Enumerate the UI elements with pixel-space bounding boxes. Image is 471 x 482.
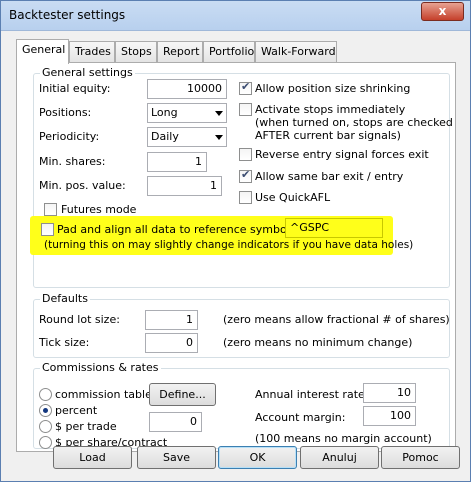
tab-walk-forward[interactable]: Walk-Forward [255,41,337,63]
reverse-entry-checkbox[interactable] [239,148,252,161]
cancel-button[interactable]: Anuluj [300,446,379,469]
ok-button[interactable]: OK [218,446,297,469]
account-margin-label: Account margin: [255,411,346,424]
same-bar-label: Allow same bar exit / entry [255,170,404,183]
tab-general[interactable]: General [16,39,69,64]
pad-align-checkbox[interactable] [41,223,54,236]
positions-label: Positions: [39,106,92,119]
chevron-down-icon [215,111,223,116]
futures-mode-label: Futures mode [61,203,137,216]
tab-report[interactable]: Report [157,41,203,63]
periodicity-label: Periodicity: [39,130,100,143]
tab-stops[interactable]: Stops [115,41,157,63]
account-margin-field[interactable]: 100 [363,406,416,426]
commission-value-field[interactable]: 0 [149,412,202,432]
reference-symbol-field[interactable]: ^GSPC [285,218,383,238]
min-pos-value-field[interactable]: 1 [147,176,222,196]
load-button[interactable]: Load [53,446,132,469]
use-quickafl-label: Use QuickAFL [255,191,331,204]
tab-trades[interactable]: Trades [69,41,115,63]
tick-size-label: Tick size: [39,336,90,349]
positions-select[interactable]: Long [147,103,227,123]
help-button[interactable]: Pomoc [381,446,460,469]
percent-label: percent [55,404,98,417]
periodicity-select[interactable]: Daily [147,127,227,147]
initial-equity-field[interactable]: 10000 [147,79,227,99]
activate-stops-note-2: AFTER current bar signals) [255,129,401,142]
window-title: Backtester settings [9,8,126,22]
min-shares-label: Min. shares: [39,155,106,168]
tab-portfolio[interactable]: Portfolio [203,41,255,63]
futures-mode-checkbox[interactable] [44,203,57,216]
tick-size-note: (zero means no minimum change) [223,336,413,349]
general-settings-title: General settings [40,66,135,79]
periodicity-value: Daily [151,130,179,143]
use-quickafl-checkbox[interactable] [239,191,252,204]
commission-table-radio[interactable] [39,388,52,401]
percent-radio[interactable] [39,404,52,417]
commission-table-label: commission table [55,388,152,401]
pad-align-label: Pad and align all data to reference symb… [57,223,294,236]
round-lot-label: Round lot size: [39,313,120,326]
same-bar-checkbox[interactable] [239,168,252,183]
defaults-group: Defaults [33,292,450,358]
defaults-title: Defaults [40,292,90,305]
close-button[interactable]: x [421,2,464,21]
annual-rate-field[interactable]: 10 [363,383,416,403]
activate-stops-checkbox[interactable] [239,103,252,116]
margin-note: (100 means no margin account) [255,432,432,445]
annual-rate-label: Annual interest rate: [255,388,369,401]
reverse-entry-label: Reverse entry signal forces exit [255,148,429,161]
per-share-radio[interactable] [39,436,52,449]
round-lot-field[interactable]: 1 [145,310,198,330]
per-trade-radio[interactable] [39,420,52,433]
commissions-title: Commissions & rates [40,361,161,374]
allow-shrink-checkbox[interactable] [239,80,252,95]
initial-equity-label: Initial equity: [39,82,111,95]
per-trade-label: $ per trade [55,420,117,433]
positions-value: Long [151,106,178,119]
title-bar: Backtester settings x [1,1,470,31]
general-tab-panel: General settings Initial equity: 10000 P… [16,62,456,452]
tick-size-field[interactable]: 0 [145,333,198,353]
backtester-settings-window: Backtester settings x General Trades Sto… [0,0,471,482]
save-button[interactable]: Save [137,446,216,469]
chevron-down-icon [215,135,223,140]
allow-shrink-label: Allow position size shrinking [255,82,411,95]
min-pos-value-label: Min. pos. value: [39,179,126,192]
activate-stops-note-1: (when turned on, stops are checked [255,116,453,129]
dialog-client-area: General Trades Stops Report Portfolio Wa… [8,31,463,476]
activate-stops-label: Activate stops immediately [255,103,406,116]
pad-align-note: (turning this on may slightly change ind… [44,239,414,251]
round-lot-note: (zero means allow fractional # of shares… [223,313,450,326]
define-button[interactable]: Define... [149,383,216,406]
min-shares-field[interactable]: 1 [147,152,207,172]
